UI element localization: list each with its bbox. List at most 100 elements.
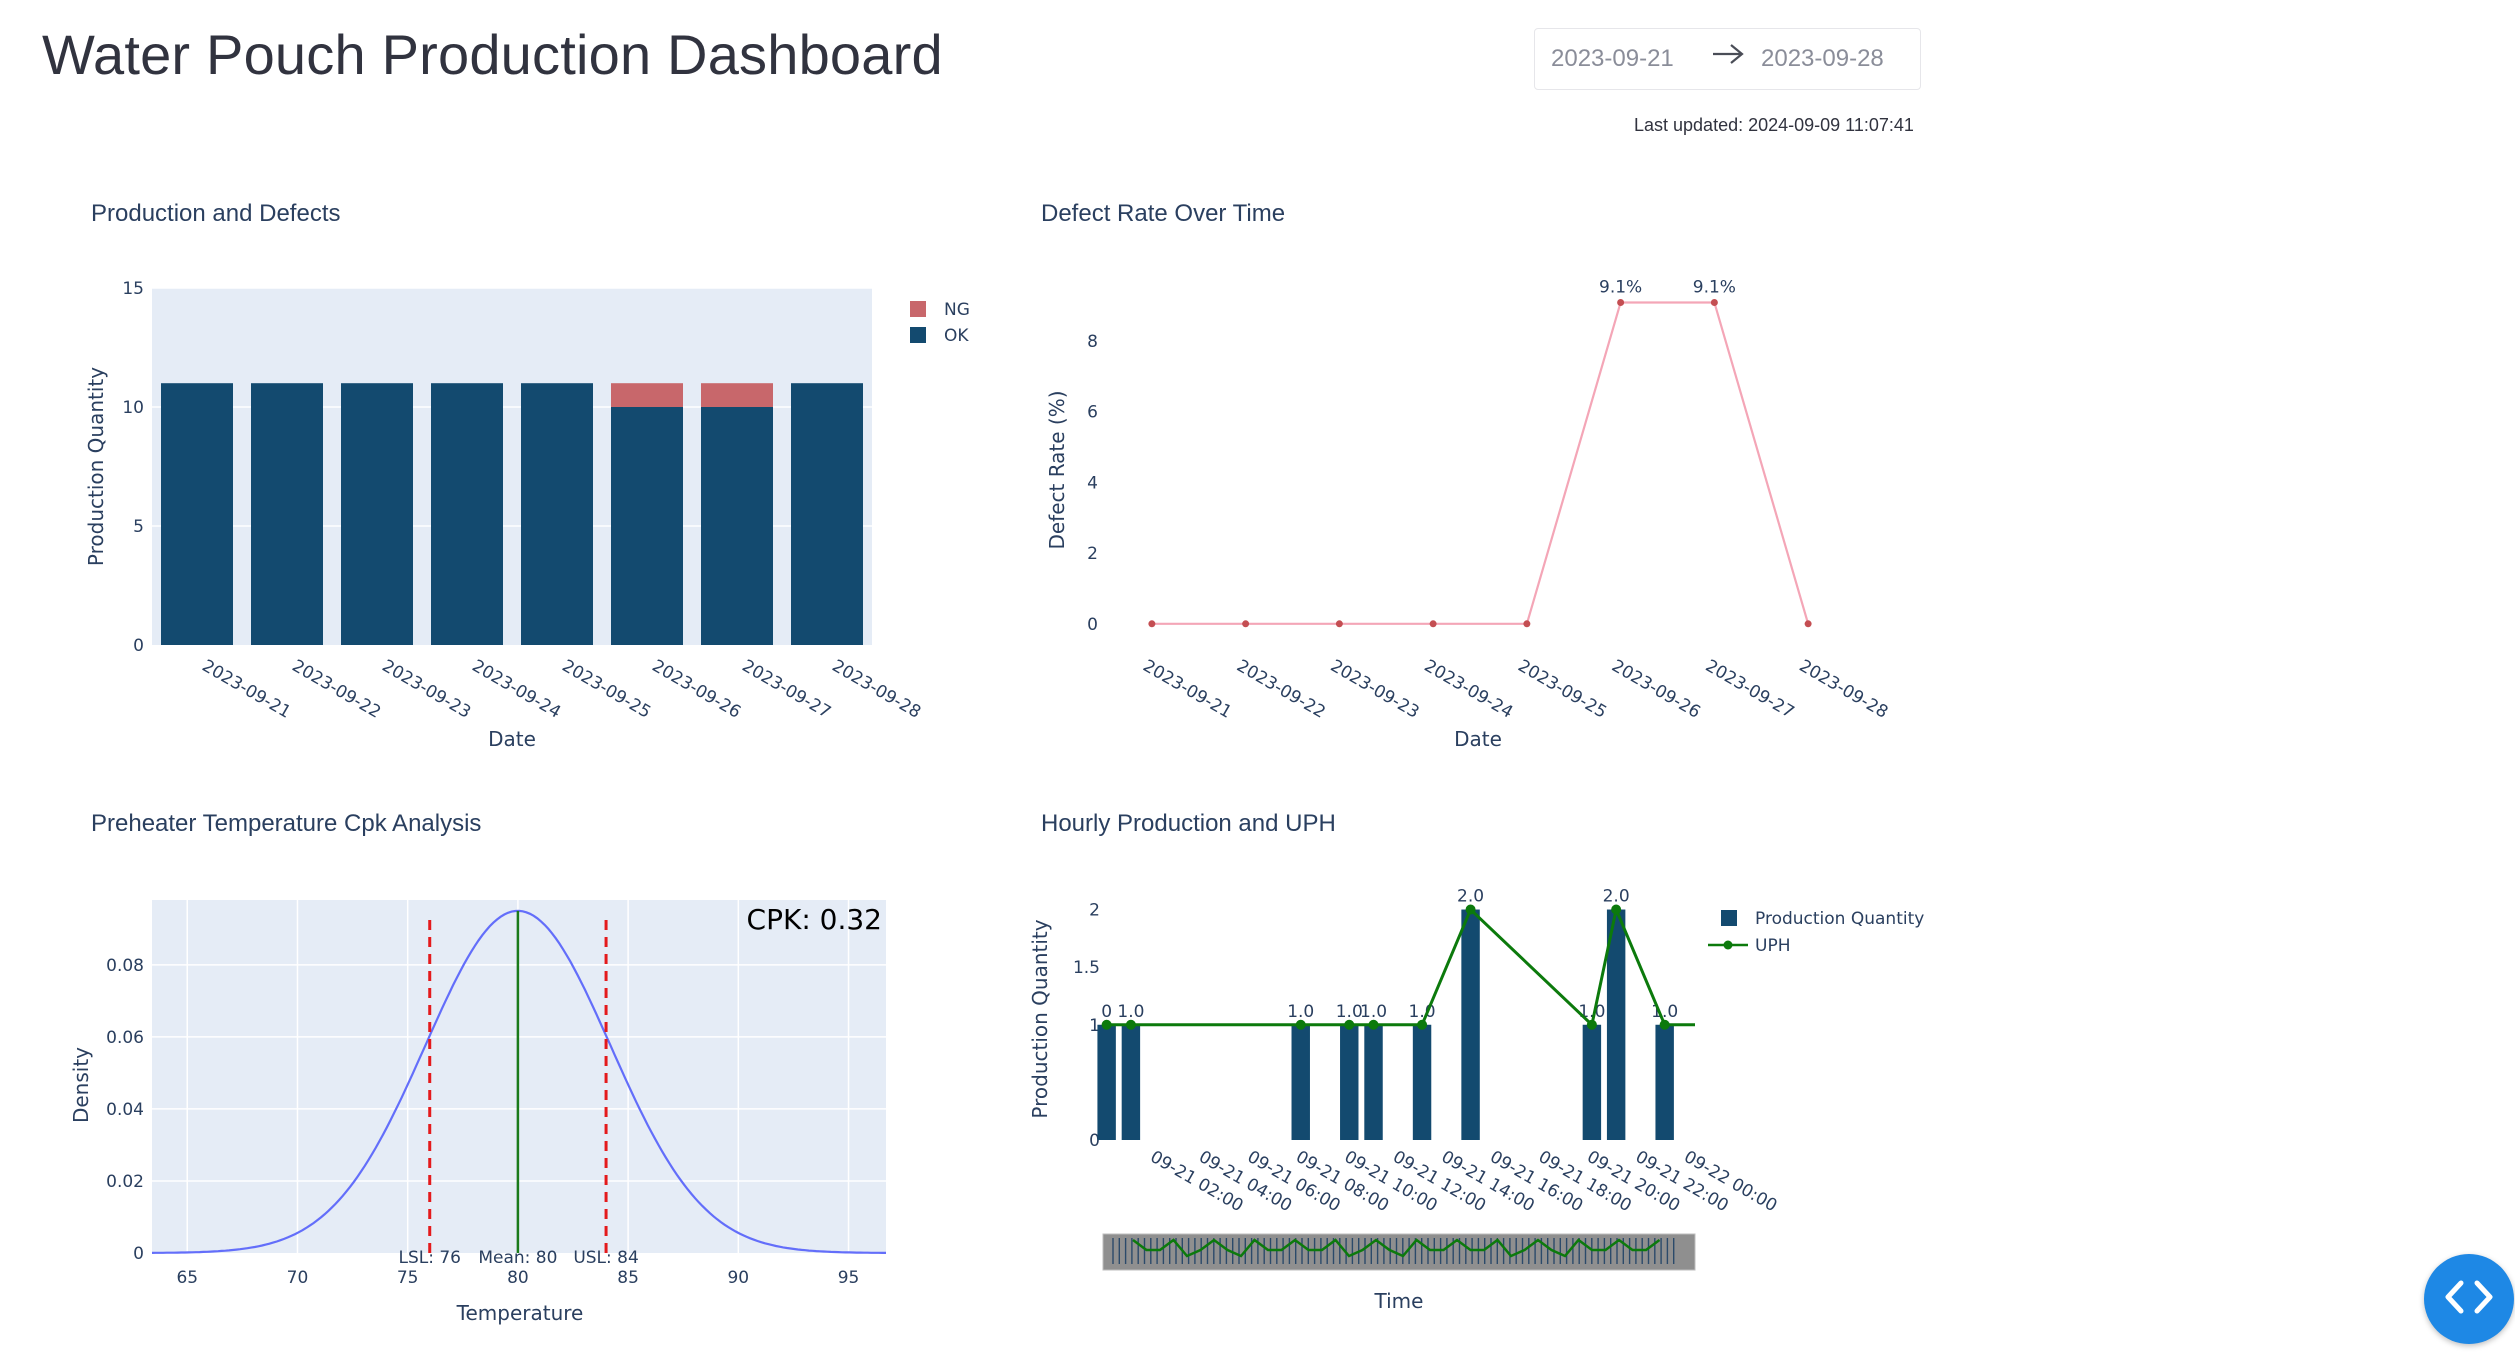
production-xtick: 2023-09-25 (559, 656, 655, 723)
hourly-legend-label: Production Quantity (1755, 909, 1924, 929)
production-bar-ok (701, 407, 773, 645)
hourly-uph-point (1586, 1019, 1597, 1030)
hourly-uph-point (1465, 904, 1476, 915)
production-bar-ng (611, 383, 683, 407)
hourly-uph-point (1101, 1019, 1112, 1030)
hourly-bar (1582, 1024, 1602, 1140)
code-icon (2441, 1277, 2497, 1322)
hourly-uph-point (1368, 1019, 1379, 1030)
cpk-ytick: 0.08 (106, 956, 144, 976)
hourly-uph-point (1417, 1019, 1428, 1030)
hourly-ytick: 1.5 (1073, 958, 1100, 978)
cpk-ylabel: Density (69, 1047, 93, 1123)
hourly-data-label: 1.0 (1117, 1002, 1144, 1022)
hourly-ylabel: Production Quantity (1028, 919, 1052, 1118)
hourly-ytick: 2 (1089, 901, 1100, 921)
defect-xtick: 2023-09-23 (1327, 656, 1423, 723)
defect-ytick: 8 (1087, 332, 1098, 352)
hourly-data-label: 1.0 (1336, 1002, 1363, 1022)
hourly-uph-point (1295, 1019, 1306, 1030)
production-xtick: 2023-09-26 (649, 656, 745, 723)
code-toggle-button[interactable] (2424, 1254, 2514, 1344)
cpk-ytick: 0.02 (106, 1172, 144, 1192)
production-legend-swatch (910, 327, 926, 343)
production-ytick: 10 (122, 398, 144, 418)
cpk-ytick: 0.04 (106, 1100, 144, 1120)
defect-rate-data-label: 9.1% (1693, 277, 1736, 297)
cpk-xtick: 80 (507, 1268, 529, 1288)
hourly-range-slider (1102, 1233, 1696, 1271)
defect-rate-point (1335, 620, 1343, 628)
production-bar-ng (701, 383, 773, 407)
defect-ytick: 6 (1087, 403, 1098, 423)
hourly-data-label: 2.0 (1457, 887, 1484, 907)
cpk-lsl-label: LSL: 76 (398, 1248, 461, 1268)
hourly-bar (1340, 1024, 1359, 1140)
hourly-bar (1655, 1024, 1674, 1140)
production-ytick: 5 (133, 517, 144, 537)
hourly-uph-line (1103, 904, 1695, 1028)
cpk-usl-label: USL: 84 (573, 1248, 638, 1268)
hourly-data-label: 1.0 (1360, 1002, 1387, 1022)
defect-rate-point (1523, 620, 1531, 628)
defect-ytick: 4 (1087, 473, 1098, 493)
production-bar-ok (611, 407, 683, 645)
cpk-ytick: 0 (133, 1244, 144, 1264)
cpk-xtick: 95 (838, 1268, 860, 1288)
production-ytick: 15 (122, 279, 144, 299)
defect-rate-data-label: 9.1% (1599, 277, 1642, 297)
hourly-bar (1412, 1024, 1432, 1140)
defect-ytick: 2 (1087, 544, 1098, 564)
production-bar-ok (341, 383, 413, 645)
production-xtick: 2023-09-21 (199, 656, 295, 723)
defect-xtick: 2023-09-21 (1139, 656, 1235, 723)
hourly-data-label: 1.0 (1287, 1002, 1314, 1022)
production-xtick: 2023-09-24 (469, 656, 565, 723)
defect-rate-point (1242, 620, 1250, 628)
defect-xtick: 2023-09-22 (1233, 656, 1329, 723)
production-xlabel: Date (488, 727, 536, 751)
defect-rate-point (1804, 620, 1812, 628)
production-legend-label: NG (944, 300, 970, 320)
cpk-xtick: 90 (727, 1268, 749, 1288)
defect-xlabel: Date (1454, 727, 1502, 751)
cpk-mean-label: Mean: 80 (478, 1248, 557, 1268)
defect-ytick: 0 (1087, 615, 1098, 635)
hourly-uph-point (1125, 1019, 1136, 1030)
hourly-bar (1097, 1024, 1116, 1140)
production-legend-swatch (910, 301, 926, 317)
cpk-xlabel: Temperature (456, 1301, 584, 1325)
production-xtick: 2023-09-28 (829, 656, 925, 723)
hourly-legend-swatch (1723, 940, 1733, 950)
cpk-ytick: 0.06 (106, 1028, 144, 1048)
defect-xtick: 2023-09-27 (1702, 656, 1798, 723)
cpk-xtick: 85 (617, 1268, 639, 1288)
production-bar-ok (161, 383, 233, 645)
production-bar-ok (521, 383, 593, 645)
hourly-data-label: 0 (1101, 1002, 1112, 1022)
charts-canvas: 0510152023-09-212023-09-222023-09-232023… (69, 277, 1924, 1325)
hourly-uph-point (1344, 1019, 1355, 1030)
production-legend-label: OK (944, 326, 969, 346)
hourly-data-label: 2.0 (1603, 887, 1630, 907)
defect-xtick: 2023-09-25 (1514, 656, 1610, 723)
defect-rate-point (1148, 620, 1156, 628)
defect-xtick: 2023-09-26 (1608, 656, 1704, 723)
hourly-bar (1121, 1024, 1141, 1140)
production-ytick: 0 (133, 636, 144, 656)
production-bar-ok (791, 383, 863, 645)
hourly-bar (1461, 909, 1480, 1140)
hourly-legend-label: UPH (1755, 936, 1790, 956)
cpk-xtick: 65 (176, 1268, 198, 1288)
production-ylabel: Production Quantity (84, 367, 108, 566)
production-bar-ok (251, 383, 323, 645)
defect-ylabel: Defect Rate (%) (1045, 390, 1069, 549)
hourly-uph-point (1611, 904, 1622, 915)
production-xtick: 2023-09-23 (379, 656, 475, 723)
cpk-xtick: 75 (397, 1268, 419, 1288)
production-xtick: 2023-09-22 (289, 656, 385, 723)
defect-rate-line (1151, 301, 1810, 625)
cpk-xtick: 70 (287, 1268, 309, 1288)
hourly-xlabel: Time (1374, 1289, 1424, 1313)
defect-xtick: 2023-09-28 (1796, 656, 1892, 723)
